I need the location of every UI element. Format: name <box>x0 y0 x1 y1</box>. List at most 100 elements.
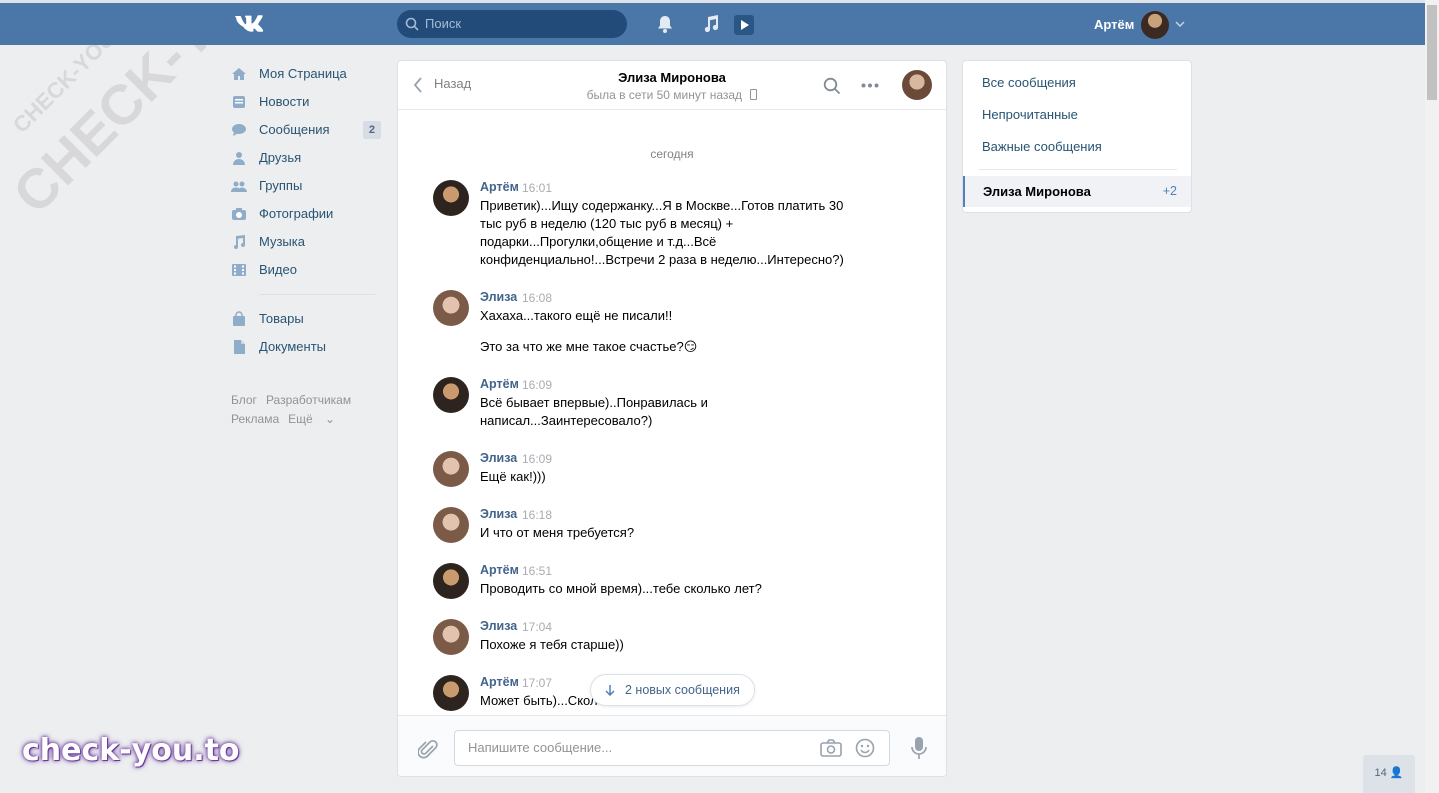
menu-item-groups[interactable]: Группы <box>231 172 381 200</box>
groups-icon <box>231 181 247 192</box>
arrow-down-icon <box>605 685 615 696</box>
avatar[interactable] <box>433 619 469 655</box>
footer-link-more[interactable]: Ещё ⌄ <box>288 412 344 426</box>
day-separator: сегодня <box>650 147 694 161</box>
dialog-status: была в сети 50 минут назад <box>398 88 946 102</box>
menu-item-music[interactable]: Музыка <box>231 228 381 256</box>
message-author[interactable]: Элиза <box>480 619 517 633</box>
message-text: Приветик)...Ищу содержанку...Я в Москве.… <box>480 198 844 267</box>
footer-link-blog[interactable]: Блог <box>231 393 257 407</box>
message-text: Всё бывает впервые)..Понравилась и напис… <box>480 395 708 428</box>
message-time[interactable]: 16:09 <box>522 378 552 392</box>
music-icon <box>234 235 245 249</box>
chat-avatar[interactable] <box>902 70 932 100</box>
message-time[interactable]: 16:09 <box>522 452 552 466</box>
left-menu: Моя Страница Новости Сообщения 2 Друзья … <box>231 60 381 429</box>
vk-logo-icon[interactable] <box>233 13 265 35</box>
camera-icon[interactable] <box>820 739 842 757</box>
top-header: Поиск Артём <box>0 0 1425 45</box>
emoji-icon[interactable] <box>855 738 875 758</box>
menu-item-label: Новости <box>259 94 310 109</box>
message-author[interactable]: Элиза <box>480 507 517 521</box>
search-input[interactable]: Поиск <box>397 10 627 38</box>
footer-links: Блог Разработчикам Реклама Ещё ⌄ <box>231 391 381 429</box>
message-author[interactable]: Артём <box>480 675 519 689</box>
message-history[interactable]: сегодня Артём 16:01 Приветик)...Ищу соде… <box>398 110 946 715</box>
attach-icon[interactable] <box>418 738 438 760</box>
menu-item-goods[interactable]: Товары <box>231 305 381 333</box>
message-time[interactable]: 16:18 <box>522 508 552 522</box>
message-text: Это за что же мне такое счастье?😏 <box>480 339 698 354</box>
message-author[interactable]: Элиза <box>480 290 517 304</box>
play-icon[interactable] <box>733 14 755 36</box>
dialog-header: Назад Элиза Миронова была в сети 50 мину… <box>398 61 946 110</box>
footer-link-ads[interactable]: Реклама <box>231 412 279 426</box>
filter-important[interactable]: Важные сообщения <box>982 139 1102 154</box>
conversations-panel: Все сообщения Непрочитанные Важные сообщ… <box>962 60 1192 213</box>
message-time[interactable]: 16:08 <box>522 291 552 305</box>
message-time[interactable]: 17:07 <box>522 676 552 690</box>
avatar[interactable] <box>433 451 469 487</box>
filter-all-messages[interactable]: Все сообщения <box>982 75 1076 90</box>
brand-watermark: check-you.to <box>22 733 240 768</box>
menu-item-my-page[interactable]: Моя Страница <box>231 60 381 88</box>
message-author[interactable]: Элиза <box>480 451 517 465</box>
menu-item-label: Товары <box>259 311 304 326</box>
search-icon[interactable] <box>823 77 841 95</box>
bell-icon[interactable] <box>656 14 674 34</box>
avatar[interactable] <box>433 377 469 413</box>
chevron-down-icon[interactable] <box>1175 20 1185 28</box>
music-icon[interactable] <box>702 14 720 34</box>
menu-item-video[interactable]: Видео <box>231 256 381 284</box>
avatar[interactable] <box>433 563 469 599</box>
search-placeholder: Поиск <box>425 16 462 31</box>
new-messages-label: 2 новых сообщения <box>625 683 740 697</box>
menu-item-friends[interactable]: Друзья <box>231 144 381 172</box>
mobile-icon <box>750 89 758 100</box>
dialog-panel: Назад Элиза Миронова была в сети 50 мину… <box>397 60 947 777</box>
message-author[interactable]: Артём <box>480 180 519 194</box>
more-icon[interactable] <box>861 83 879 88</box>
filter-unread[interactable]: Непрочитанные <box>982 107 1078 122</box>
menu-item-messages[interactable]: Сообщения 2 <box>231 116 381 144</box>
menu-item-news[interactable]: Новости <box>231 88 381 116</box>
footer-link-more-label: Ещё <box>288 412 313 426</box>
menu-item-label: Музыка <box>259 234 305 249</box>
search-icon <box>405 17 419 31</box>
active-conversation[interactable]: Элиза Миронова +2 <box>963 176 1191 207</box>
message-time[interactable]: 16:01 <box>522 181 552 195</box>
news-icon <box>233 96 245 108</box>
video-icon <box>232 264 246 276</box>
menu-item-label: Видео <box>259 262 297 277</box>
menu-item-photos[interactable]: Фотографии <box>231 200 381 228</box>
message-text: Ещё как!))) <box>480 469 546 484</box>
friends-icon <box>233 152 245 165</box>
user-avatar[interactable] <box>1141 11 1169 39</box>
scrollbar[interactable] <box>1425 0 1439 793</box>
panel-divider <box>979 169 1177 170</box>
avatar[interactable] <box>433 675 469 711</box>
avatar[interactable] <box>433 507 469 543</box>
menu-item-documents[interactable]: Документы <box>231 333 381 361</box>
document-icon <box>234 340 245 354</box>
new-messages-button[interactable]: 2 новых сообщения <box>590 674 755 706</box>
footer-link-developers[interactable]: Разработчикам <box>266 393 351 407</box>
user-name[interactable]: Артём <box>1094 17 1134 32</box>
menu-item-label: Друзья <box>259 150 302 165</box>
message-time[interactable]: 17:04 <box>522 620 552 634</box>
chevron-down-icon: ⌄ <box>325 412 336 426</box>
avatar[interactable] <box>433 290 469 326</box>
message-time[interactable]: 16:51 <box>522 564 552 578</box>
menu-divider <box>259 294 375 295</box>
microphone-icon[interactable] <box>911 736 927 760</box>
avatar[interactable] <box>433 180 469 216</box>
messages-count-badge: 2 <box>362 121 381 139</box>
message-author[interactable]: Артём <box>480 377 519 391</box>
message-text: И что от меня требуется? <box>480 525 635 540</box>
message-text: Похоже я тебя старше)) <box>480 637 624 652</box>
message-author[interactable]: Артём <box>480 563 519 577</box>
menu-item-label: Документы <box>259 339 327 354</box>
online-friends-button[interactable]: 14 👤 <box>1363 755 1415 793</box>
compose-bar: Напишите сообщение... <box>398 715 946 776</box>
scrollbar-thumb[interactable] <box>1427 5 1437 100</box>
